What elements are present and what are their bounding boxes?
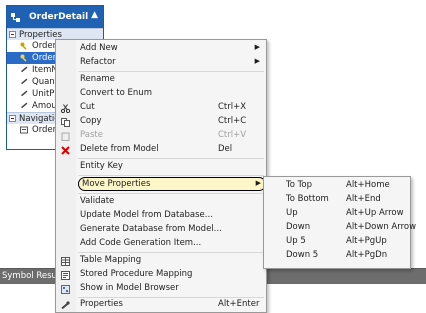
menu-item-stored-procedure-mapping[interactable]: Stored Procedure Mapping (56, 268, 266, 282)
submenu-item-up[interactable]: Up Alt+Up Arrow (264, 207, 410, 220)
menu-item-add-new[interactable]: Add New ▶ (56, 42, 266, 56)
menu-item-show-in-model-browser[interactable]: Show in Model Browser (56, 282, 266, 296)
menu-item-rename[interactable]: Rename (56, 73, 266, 87)
menu-item-paste[interactable]: Paste Ctrl+V (56, 129, 266, 143)
menu-item-move-properties[interactable]: Move Properties ▶ (78, 177, 266, 191)
submenu-item-down[interactable]: Down Alt+Down Arrow (264, 221, 416, 234)
menu-item-convert-to-enum[interactable]: Convert to Enum (56, 87, 266, 101)
paste-icon (61, 132, 70, 141)
delete-icon (61, 146, 70, 155)
submenu-item-to-bottom[interactable]: To Bottom Alt+End (264, 193, 410, 206)
collapse-toggle-icon[interactable] (9, 31, 16, 38)
key-icon (20, 54, 28, 62)
collapse-chevron-icon[interactable]: ▲ (91, 10, 98, 20)
menu-separator (78, 252, 264, 253)
menu-item-validate[interactable]: Validate (56, 195, 266, 209)
wrench-icon (20, 78, 28, 86)
scissors-icon (60, 104, 71, 114)
entity-title: OrderDetail (29, 12, 89, 22)
stored-procedure-icon (61, 271, 70, 280)
entity-header[interactable]: OrderDetail ▲ (7, 6, 103, 28)
properties-section-label: Properties (19, 29, 62, 40)
table-mapping-icon (61, 257, 70, 266)
move-properties-submenu: To Top Alt+Home To Bottom Alt+End Up Alt… (263, 176, 416, 269)
submenu-item-up-5[interactable]: Up 5 Alt+PgUp (264, 235, 410, 248)
submenu-arrow-icon: ▶ (255, 179, 261, 187)
model-browser-icon (61, 285, 70, 294)
wrench-icon (20, 102, 28, 110)
menu-item-properties[interactable]: Properties Alt+Enter (56, 298, 266, 312)
menu-separator (78, 71, 264, 72)
menu-separator (78, 175, 264, 176)
submenu-arrow-icon: ▶ (254, 43, 260, 51)
submenu-item-to-top[interactable]: To Top Alt+Home (264, 179, 410, 192)
menu-item-cut[interactable]: Cut Ctrl+X (56, 101, 266, 115)
submenu-item-down-5[interactable]: Down 5 Alt+PgDn (264, 249, 410, 262)
menu-item-refactor[interactable]: Refactor ▶ (56, 56, 266, 70)
menu-item-update-model-from-database[interactable]: Update Model from Database... (56, 209, 266, 223)
submenu-arrow-icon: ▶ (254, 57, 260, 65)
wrench-icon (20, 90, 28, 98)
entity-icon (11, 12, 20, 22)
context-menu: Add New ▶ Refactor ▶ Rename Convert to E… (55, 39, 267, 313)
wrench-icon (61, 301, 70, 310)
wrench-icon (20, 66, 28, 74)
key-icon (20, 42, 28, 50)
menu-separator (78, 193, 264, 194)
menu-separator (78, 158, 264, 159)
menu-item-entity-key[interactable]: Entity Key (56, 160, 266, 174)
menu-item-generate-database-from-model[interactable]: Generate Database from Model... (56, 223, 266, 237)
menu-item-delete-from-model[interactable]: Delete from Model Del (56, 143, 266, 157)
menu-item-table-mapping[interactable]: Table Mapping (56, 254, 266, 268)
menu-item-copy[interactable]: Copy Ctrl+C (56, 115, 266, 129)
copy-icon (61, 118, 70, 127)
collapse-toggle-icon[interactable] (9, 115, 16, 122)
navigation-property-icon (20, 126, 28, 134)
menu-item-add-code-generation-item[interactable]: Add Code Generation Item... (56, 237, 266, 251)
